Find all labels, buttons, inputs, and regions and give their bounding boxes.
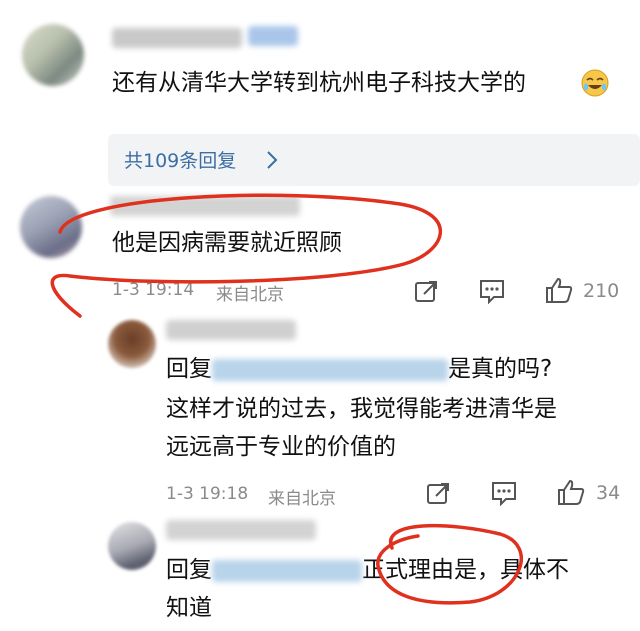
username-redacted[interactable] xyxy=(110,196,300,216)
like-count: 210 xyxy=(583,280,620,302)
mentioned-user-redacted[interactable] xyxy=(212,358,448,381)
replies-count-link[interactable]: 共109条回复 xyxy=(124,146,236,173)
comment-location: 来自北京 xyxy=(216,285,284,305)
reply-location: 来自北京 xyxy=(268,489,336,509)
reply-line: 回复 正式理由是，具体不 xyxy=(166,553,569,587)
avatar[interactable] xyxy=(108,522,156,570)
reply-line: 知道 xyxy=(166,595,212,621)
user-badge xyxy=(248,26,298,46)
share-icon[interactable] xyxy=(426,480,452,510)
username-redacted[interactable] xyxy=(166,520,316,540)
username-redacted[interactable] xyxy=(112,28,242,48)
mentioned-user-redacted[interactable] xyxy=(212,559,362,582)
comment-icon[interactable] xyxy=(490,480,518,510)
reply-line: 这样才说的过去，我觉得能考进清华是 xyxy=(166,396,557,422)
comment-text: 还有从清华大学转到杭州电子科技大学的 xyxy=(112,70,526,96)
comment-text: 他是因病需要就近照顾 xyxy=(112,230,342,256)
share-icon[interactable] xyxy=(414,278,440,308)
reply-line: 远远高于专业的价值的 xyxy=(166,434,396,460)
comment-icon[interactable] xyxy=(478,278,506,308)
avatar[interactable] xyxy=(108,320,156,368)
avatar[interactable] xyxy=(22,24,84,86)
reply-line: 回复 是真的吗? xyxy=(166,352,552,386)
like-count: 34 xyxy=(596,482,621,504)
reply-prefix: 回复 xyxy=(166,356,212,382)
username-redacted[interactable] xyxy=(166,320,296,340)
like-icon[interactable] xyxy=(544,276,574,308)
reply-text: 正式理由是，具体不 xyxy=(362,557,569,583)
replies-box[interactable]: 共109条回复 xyxy=(108,134,640,186)
comment-time: 1-3 19:14 xyxy=(112,280,195,300)
chevron-right-icon xyxy=(266,150,278,174)
laughing-emoji-icon xyxy=(580,68,610,98)
avatar[interactable] xyxy=(20,196,82,258)
like-icon[interactable] xyxy=(556,478,586,510)
reply-text: 是真的吗? xyxy=(448,356,553,382)
reply-prefix: 回复 xyxy=(166,557,212,583)
reply-time: 1-3 19:18 xyxy=(166,484,249,504)
